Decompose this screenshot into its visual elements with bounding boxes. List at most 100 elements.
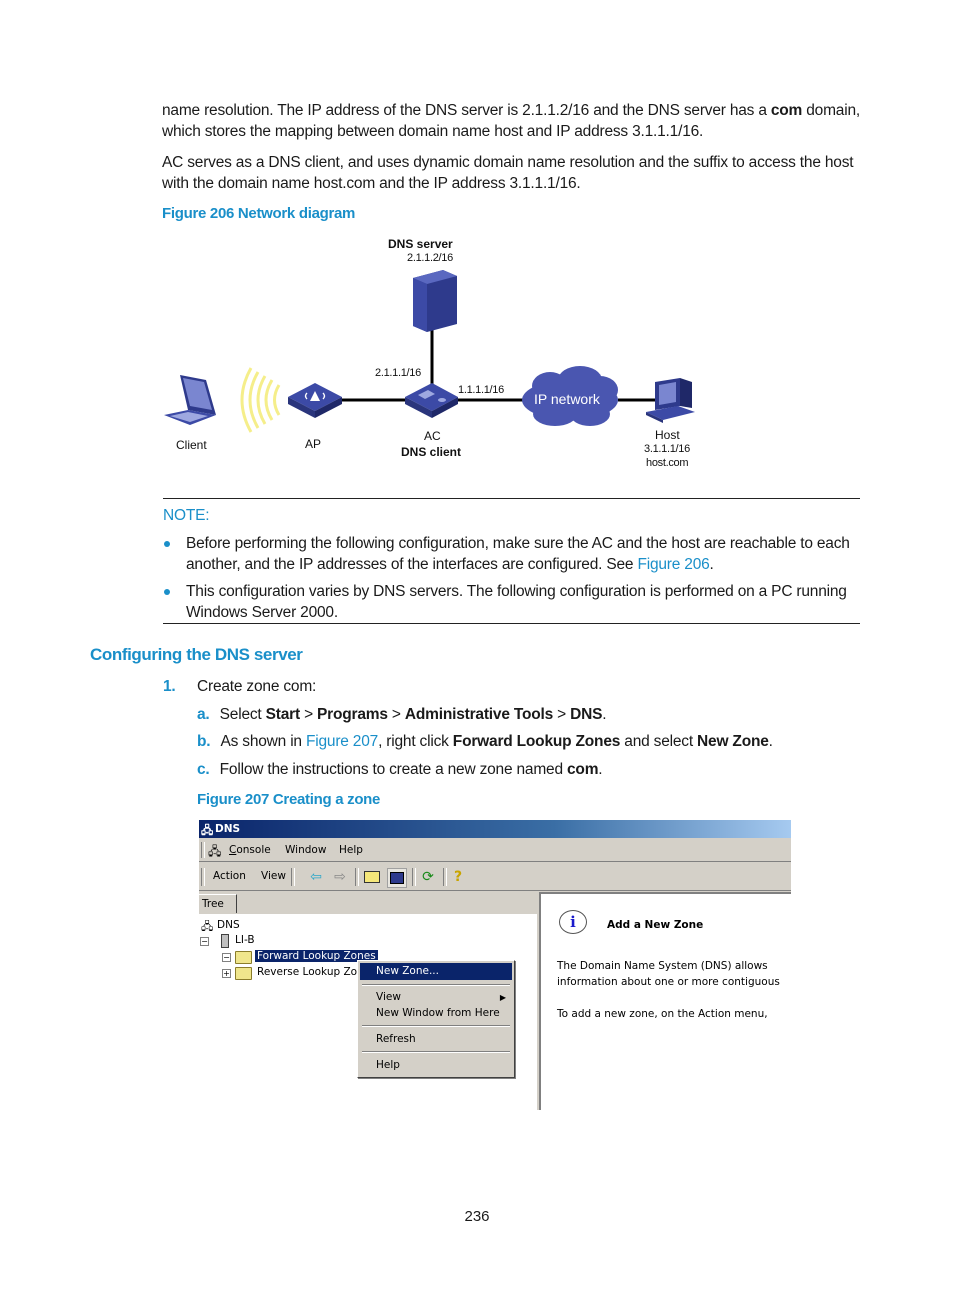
details-title: Add a New Zone [607, 919, 704, 931]
note-text: This configuration varies by DNS servers… [186, 583, 847, 600]
tab-tree[interactable]: Tree [199, 894, 237, 913]
host-label: Host [655, 428, 680, 442]
ac-ip-right: 1.1.1.1/16 [458, 384, 504, 396]
step-bold: Start [265, 706, 301, 723]
menu-help[interactable]: Help [339, 844, 363, 856]
context-separator [362, 984, 510, 986]
tree-item-reverse-lookup-zones[interactable]: Reverse Lookup Zones [257, 966, 357, 978]
ip-network-label: IP network [534, 391, 600, 407]
collapse-icon[interactable]: − [200, 937, 209, 946]
menu-view[interactable]: View [261, 870, 286, 882]
intro-paragraph-1: name resolution. The IP address of the D… [162, 100, 882, 142]
substep-letter: b. [197, 733, 211, 750]
step-text: Follow the instructions to create a new … [219, 761, 567, 778]
note-text: . [709, 556, 714, 573]
toolbar-separator [355, 868, 359, 886]
step-bold: Forward Lookup Zones [452, 733, 621, 750]
context-menu: New Zone... View ▶ New Window from Here … [357, 960, 515, 1078]
note-top-rule [163, 498, 860, 499]
note-text: Windows Server 2000. [186, 604, 338, 621]
network-diagram: DNS server 2.1.1.2/16 2.1.1.1/16 1.1.1.1… [160, 230, 710, 480]
host-ip: 3.1.1.1/16 [644, 443, 690, 455]
ap-label: AP [305, 437, 322, 451]
refresh-icon[interactable]: ⟳ [419, 868, 437, 886]
context-item-refresh[interactable]: Refresh [360, 1031, 512, 1048]
context-item-new-zone[interactable]: New Zone... [360, 963, 512, 980]
step-1: 1. Create zone com: [163, 676, 316, 697]
section-heading: Configuring the DNS server [90, 645, 303, 664]
context-item-help[interactable]: Help [360, 1057, 512, 1074]
step-bold: com [567, 761, 599, 778]
note-bottom-rule [163, 623, 860, 624]
step-text: As shown in [220, 733, 306, 750]
ac-icon [405, 383, 458, 418]
step-text: > [553, 706, 571, 723]
context-item-view[interactable]: View ▶ [360, 989, 512, 1006]
folder-icon [235, 967, 252, 980]
intro-text: which stores the mapping between domain … [162, 123, 704, 140]
step-text: > [387, 706, 405, 723]
host-name: host.com [646, 457, 689, 469]
step-text: . [598, 761, 603, 778]
details-text: To add a new zone, on the Action menu, [557, 1008, 768, 1020]
up-one-level-icon[interactable] [363, 868, 381, 886]
folder-icon [235, 951, 252, 964]
step-number: 1. [163, 678, 176, 695]
toolbar-separator [291, 868, 295, 886]
context-separator [362, 1025, 510, 1027]
ap-icon [288, 383, 342, 418]
figure-206-caption: Figure 206 Network diagram [162, 205, 356, 222]
wireless-signal-icon [240, 367, 281, 433]
note-bullet-1: Before performing the following configur… [186, 533, 876, 575]
context-item-new-window[interactable]: New Window from Here [360, 1005, 512, 1022]
step-text: . [602, 706, 607, 723]
help-icon[interactable]: ? [449, 868, 467, 886]
substep-letter: c. [197, 761, 210, 778]
info-icon: i [559, 910, 587, 934]
dns-server-label: DNS server [388, 237, 453, 251]
intro-text: AC serves as a DNS client, and uses dyna… [162, 154, 854, 171]
note-text: another, and the IP addresses of the int… [186, 556, 638, 573]
window-title: DNS [215, 823, 241, 835]
menu-console[interactable]: Console [229, 844, 271, 856]
step-bold: DNS [570, 706, 603, 723]
dns-server-icon [413, 270, 457, 332]
note-bullet-2: This configuration varies by DNS servers… [186, 581, 876, 623]
expand-icon[interactable]: + [222, 969, 231, 978]
figure-207-link[interactable]: Figure 207 [306, 733, 378, 750]
show-hide-tree-icon[interactable] [387, 868, 407, 888]
ac-ip-left: 2.1.1.1/16 [375, 367, 421, 379]
menu-grip [201, 842, 205, 858]
step-bold: Programs [317, 706, 388, 723]
step-text: Select [219, 706, 266, 723]
back-arrow-icon[interactable]: ⇦ [307, 868, 325, 886]
step-text: and select [620, 733, 698, 750]
figure-206-link[interactable]: Figure 206 [637, 556, 709, 573]
step-bold: Administrative Tools [404, 706, 554, 723]
dns-console-window: 🖧 DNS 🖧 Console Window Help Action View … [199, 820, 791, 1110]
tree-item-dns[interactable]: DNS [217, 919, 240, 931]
client-label: Client [176, 438, 207, 452]
dns-root-icon: 🖧 [201, 920, 214, 933]
menu-action[interactable]: Action [213, 870, 246, 882]
context-item-view-label: View [376, 991, 401, 1003]
tree-item-server[interactable]: LI-B [235, 934, 255, 946]
step-bold: New Zone [697, 733, 769, 750]
ac-label: AC [424, 429, 441, 443]
note-bullet-icon [164, 589, 170, 595]
note-text: Before performing the following configur… [186, 535, 850, 552]
collapse-icon[interactable]: − [222, 953, 231, 962]
step-text: . [768, 733, 773, 750]
client-laptop-icon [164, 375, 216, 425]
intro-text: domain, [802, 102, 860, 119]
tree-tab-bar: Tree [199, 892, 537, 915]
menu-bar: 🖧 Console Window Help [199, 839, 791, 862]
page-number: 236 [464, 1208, 490, 1225]
step-text: Create zone com: [197, 678, 317, 695]
step-text: > [299, 706, 318, 723]
menu-window[interactable]: Window [285, 844, 326, 856]
submenu-arrow-icon: ▶ [499, 993, 506, 1002]
forward-arrow-icon[interactable]: ⇨ [331, 868, 349, 886]
details-pane: i Add a New Zone The Domain Name System … [539, 892, 791, 1110]
dns-server-ip: 2.1.1.2/16 [407, 252, 453, 264]
